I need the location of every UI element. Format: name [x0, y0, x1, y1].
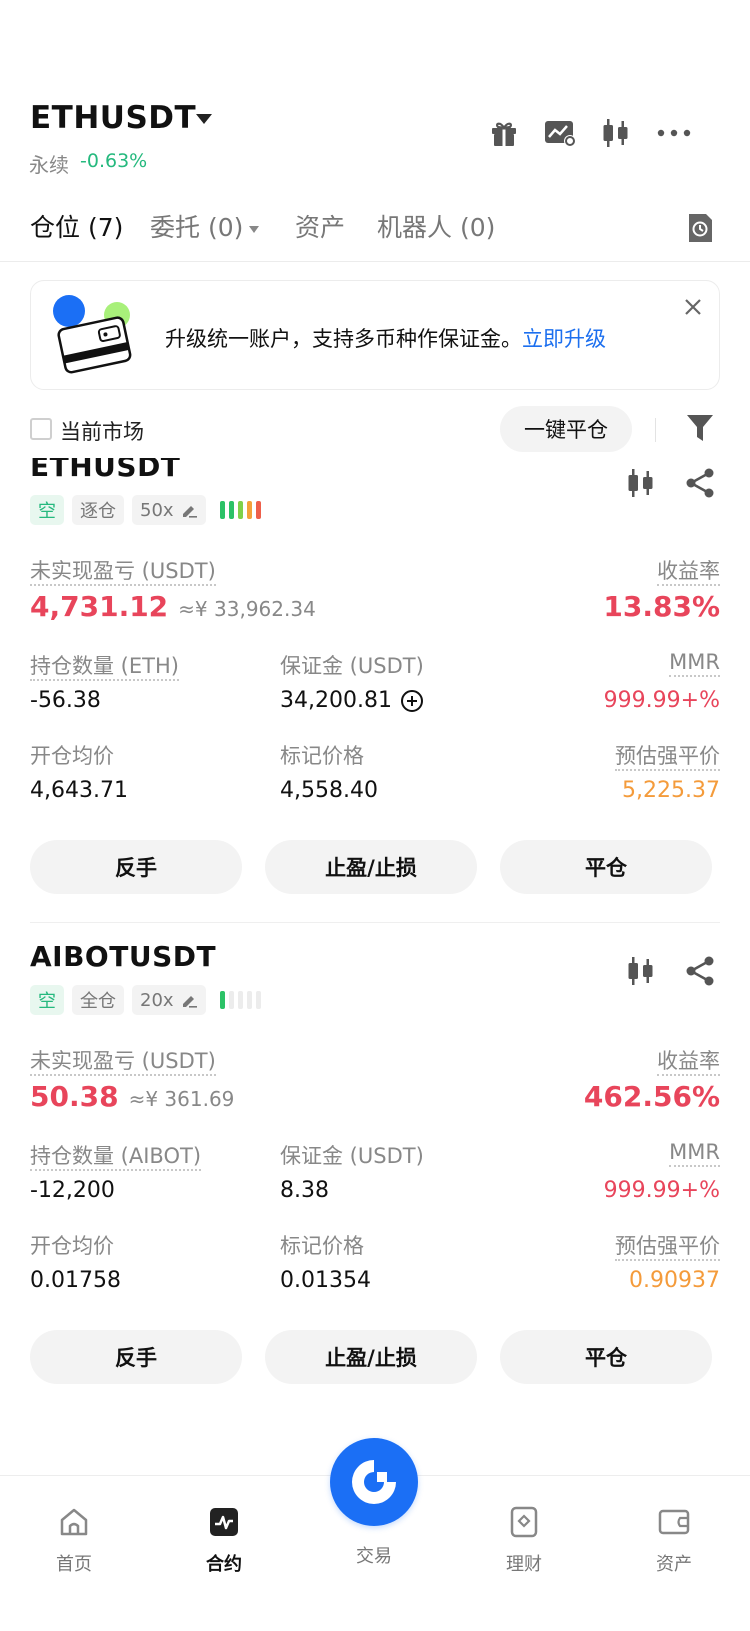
mmr-value: 999.99+% [603, 1178, 720, 1203]
banner-text: 升级统一账户，支持多币种作保证金。 [165, 327, 522, 351]
banner-message: 升级统一账户，支持多币种作保证金。立即升级 [165, 323, 606, 353]
nav-home-label: 首页 [56, 1554, 92, 1575]
upgrade-link[interactable]: 立即升级 [522, 327, 606, 351]
position-tags: 空 全仓 20x [30, 985, 261, 1015]
reverse-button[interactable]: 反手 [30, 1330, 242, 1384]
tab-orders[interactable]: 委托 (0) [150, 208, 260, 244]
trade-icon [352, 1460, 396, 1504]
pnl-value: 50.38 [30, 1080, 119, 1113]
chevron-down-icon [249, 225, 260, 233]
edit-icon [182, 996, 197, 1008]
nav-assets[interactable]: 资产 [624, 1506, 724, 1576]
candlestick-icon[interactable] [598, 115, 634, 151]
upgrade-banner: 升级统一账户，支持多币种作保证金。立即升级 [30, 280, 720, 390]
nav-home[interactable]: 首页 [24, 1506, 124, 1576]
entry-price-label: 开仓均价 [30, 1234, 114, 1258]
unrealized-pnl-label: 未实现盈亏 (USDT) [30, 1045, 216, 1076]
tab-assets[interactable]: 资产 [295, 208, 345, 244]
position-qty-value: -12,200 [30, 1178, 115, 1203]
close-all-button[interactable]: 一键平仓 [500, 406, 632, 452]
nav-earn[interactable]: 理财 [474, 1506, 574, 1576]
current-market-checkbox[interactable] [30, 418, 52, 440]
filter-separator [655, 418, 656, 442]
wallet-icon [658, 1509, 690, 1535]
mark-price-value: 0.01354 [280, 1268, 371, 1293]
roe-label: 收益率 [657, 1045, 720, 1076]
more-icon[interactable] [656, 115, 692, 151]
candlestick-icon[interactable] [625, 955, 657, 987]
filter-icon[interactable] [685, 412, 715, 444]
position-qty-label: 持仓数量 (AIBOT) [30, 1140, 202, 1171]
nav-trade-label: 交易 [356, 1546, 392, 1567]
unrealized-pnl: 50.38 ≈¥ 361.69 [30, 1080, 234, 1113]
close-icon[interactable] [681, 295, 705, 319]
leverage-value: 20x [140, 989, 174, 1011]
liq-price-value: 0.90937 [629, 1268, 720, 1293]
chart-settings-icon[interactable] [542, 115, 578, 151]
positions-list[interactable]: ETHUSDT 空 逐仓 50x 未实现盈亏 (USDT) 收益率 4,731.… [0, 458, 750, 1475]
margin-mode-badge: 全仓 [72, 985, 124, 1015]
margin-label: 保证金 (USDT) [280, 1144, 424, 1168]
share-icon[interactable] [684, 955, 716, 987]
earn-icon [510, 1506, 538, 1538]
history-icon[interactable] [686, 212, 714, 244]
trade-button[interactable] [330, 1438, 418, 1526]
pair-title[interactable]: ETHUSDT [30, 100, 196, 136]
current-market-label: 当前市场 [60, 420, 144, 444]
nav-futures-label: 合约 [206, 1554, 242, 1575]
nav-futures[interactable]: 合约 [174, 1506, 274, 1576]
pair-dropdown-caret-icon[interactable] [196, 114, 212, 124]
position-card-2: AIBOTUSDT 空 全仓 20x 未实现盈亏 (USDT) 收益率 50.3… [0, 458, 750, 1475]
futures-icon [210, 1508, 238, 1536]
entry-price-value: 0.01758 [30, 1268, 121, 1293]
price-change: -0.63% [80, 150, 148, 172]
margin-value: 8.38 [280, 1178, 329, 1203]
roe-value: 462.56% [583, 1080, 720, 1113]
liq-price-label: 预估强平价 [615, 1230, 720, 1261]
wallet-illustration-icon [49, 293, 139, 379]
tab-orders-label: 委托 (0) [150, 213, 244, 242]
position-symbol[interactable]: AIBOTUSDT [30, 940, 216, 973]
tabs-divider [0, 261, 750, 262]
close-position-button[interactable]: 平仓 [500, 1330, 712, 1384]
mark-price-label: 标记价格 [280, 1234, 364, 1258]
tp-sl-button[interactable]: 止盈/止损 [265, 1330, 477, 1384]
nav-assets-label: 资产 [656, 1554, 692, 1575]
mmr-label: MMR [669, 1140, 720, 1167]
pnl-cny-value: ≈¥ 361.69 [128, 1087, 235, 1111]
home-icon [60, 1508, 88, 1536]
side-badge: 空 [30, 985, 64, 1015]
leverage-badge[interactable]: 20x [132, 985, 206, 1015]
tab-positions[interactable]: 仓位 (7) [30, 208, 123, 244]
contract-type: 永续 [29, 153, 69, 177]
tab-bots[interactable]: 机器人 (0) [377, 208, 495, 244]
gift-icon[interactable] [486, 115, 522, 151]
risk-level-indicator [219, 991, 261, 1009]
nav-earn-label: 理财 [506, 1554, 542, 1575]
